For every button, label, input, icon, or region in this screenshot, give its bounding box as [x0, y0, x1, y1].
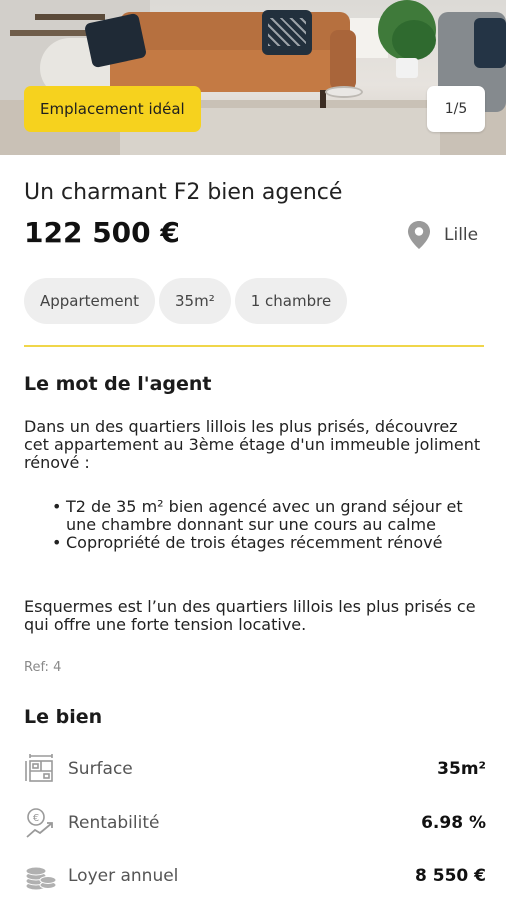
- agent-bullets: T2 de 35 m² bien agencé avec un grand sé…: [50, 498, 480, 553]
- listing-title: Un charmant F2 bien agencé: [24, 180, 343, 205]
- svg-text:€: €: [33, 813, 39, 824]
- agent-heading: Le mot de l'agent: [24, 373, 212, 395]
- listing-ref: Ref: 4: [24, 660, 62, 675]
- photo-pillow: [474, 18, 506, 68]
- photo-sofa-arm: [330, 30, 356, 90]
- agent-bullet: T2 de 35 m² bien agencé avec un grand sé…: [50, 498, 480, 534]
- feature-chips: Appartement 35m² 1 chambre: [24, 278, 348, 324]
- photo-pillow-pattern: [268, 18, 306, 46]
- highlight-tag: Emplacement idéal: [24, 86, 201, 132]
- rentability-icon: €: [26, 808, 53, 838]
- agent-outro: Esquermes est l’un des quartiers lillois…: [24, 597, 476, 634]
- photo-pot: [396, 58, 418, 78]
- feature-annual-rent: Loyer annuel 8 550 €: [24, 858, 486, 894]
- feature-value: 6.98 %: [421, 813, 486, 833]
- photo-plant: [392, 20, 436, 60]
- chip-rooms: 1 chambre: [234, 278, 348, 324]
- listing-price: 122 500 €: [24, 216, 180, 249]
- property-heading: Le bien: [24, 706, 103, 728]
- feature-label: Surface: [68, 759, 133, 779]
- location-pin-icon: [408, 221, 430, 249]
- chip-type: Appartement: [24, 278, 156, 324]
- coins-icon: [25, 866, 57, 891]
- chip-surface: 35m²: [159, 278, 231, 324]
- agent-bullet: Copropriété de trois étages récemment ré…: [50, 534, 480, 553]
- feature-label: Loyer annuel: [68, 866, 179, 886]
- photo-counter: 1/5: [427, 86, 485, 132]
- location: Lille: [406, 220, 478, 250]
- feature-rentability: € Rentabilité 6.98 %: [24, 805, 486, 841]
- section-divider: [24, 345, 484, 347]
- photo-shelf: [35, 14, 105, 20]
- feature-surface: Surface 35m²: [24, 751, 486, 787]
- location-city: Lille: [444, 225, 479, 245]
- feature-label: Rentabilité: [68, 813, 160, 833]
- surface-icon: [25, 754, 53, 782]
- agent-intro: Dans un des quartiers lillois les plus p…: [24, 417, 481, 472]
- listing-photo[interactable]: Emplacement idéal 1/5: [0, 0, 506, 155]
- feature-value: 8 550 €: [415, 866, 486, 886]
- photo-lamp-base: [325, 86, 363, 98]
- feature-value: 35m²: [437, 759, 486, 779]
